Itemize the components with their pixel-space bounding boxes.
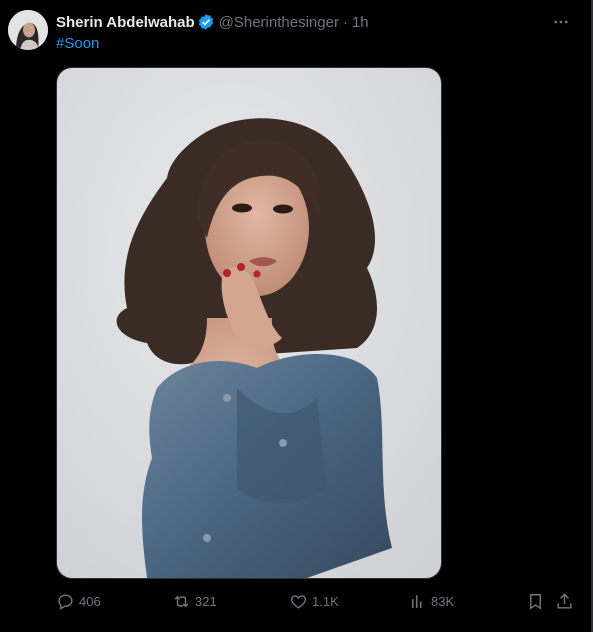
portrait-photo	[57, 68, 441, 578]
separator-dot: ·	[342, 13, 348, 31]
tweet-photo[interactable]	[56, 67, 442, 579]
avatar-image	[8, 10, 48, 50]
reply-count: 406	[79, 593, 101, 609]
tweet-header: Sherin Abdelwahab @Sherinthesinger · 1h	[56, 13, 369, 31]
share-button[interactable]	[555, 589, 574, 613]
share-icon	[557, 592, 572, 609]
bookmark-button[interactable]	[526, 589, 545, 613]
avatar[interactable]	[8, 10, 48, 50]
timestamp[interactable]: 1h	[352, 14, 369, 31]
reply-icon	[58, 593, 73, 610]
bookmark-icon	[530, 593, 541, 610]
views-count: 83K	[431, 593, 455, 609]
tweet-hashtag[interactable]: #Soon	[56, 35, 99, 52]
views-chart-icon	[411, 594, 422, 608]
more-options-icon[interactable]	[549, 10, 573, 34]
verified-badge-icon	[197, 13, 215, 31]
views-button[interactable]: 83K	[408, 589, 454, 613]
retweet-count: 321	[195, 593, 217, 609]
reply-button[interactable]: 406	[56, 589, 101, 613]
retweet-button[interactable]: 321	[172, 589, 217, 613]
like-count: 1.1K	[312, 593, 339, 609]
retweet-icon	[174, 595, 189, 607]
heart-icon	[290, 594, 307, 609]
like-button[interactable]: 1.1K	[289, 589, 339, 613]
author-name[interactable]: Sherin Abdelwahab	[56, 14, 195, 31]
author-handle[interactable]: @Sherinthesinger	[219, 14, 339, 31]
tweet-actions: 406 321 1.1K 83K	[56, 589, 576, 613]
